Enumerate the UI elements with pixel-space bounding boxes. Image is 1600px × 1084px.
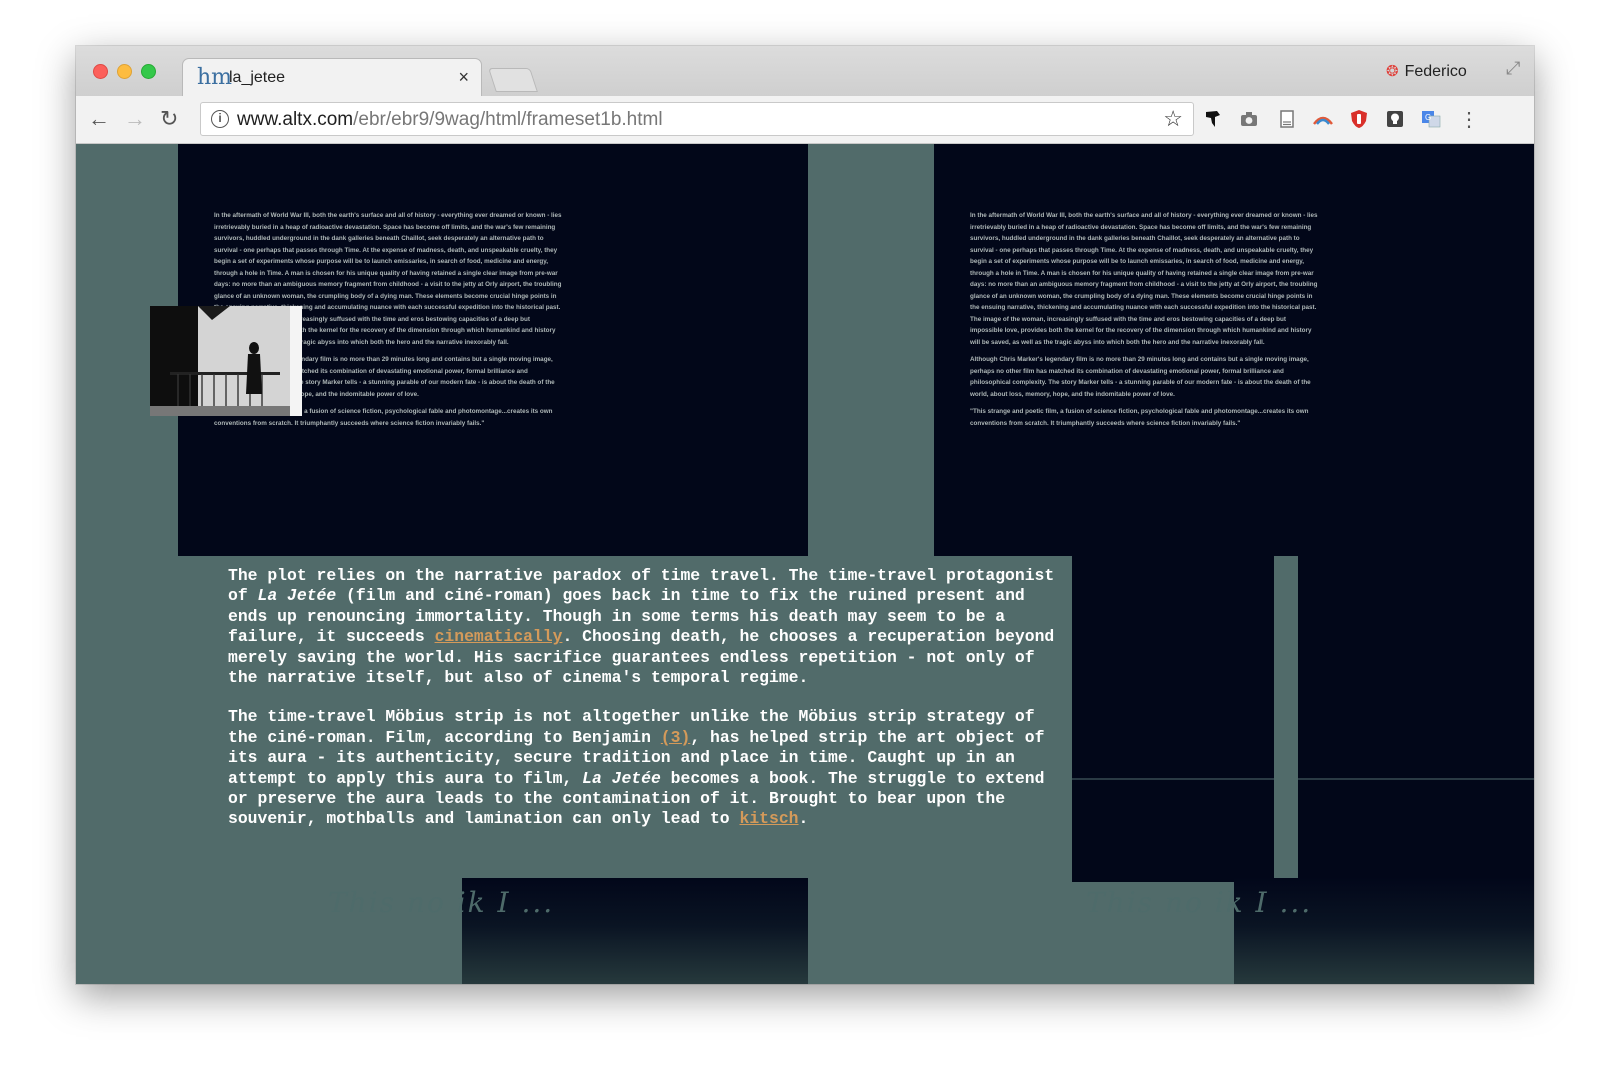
- address-bar[interactable]: i www.altx.com/ebr/ebr9/9wag/html/frames…: [200, 102, 1194, 136]
- footnote-3-link[interactable]: (3): [661, 728, 691, 747]
- browser-toolbar: ← → ↻ i www.altx.com/ebr/ebr9/9wag/html/…: [76, 96, 1534, 144]
- minimize-window-button[interactable]: [117, 64, 132, 79]
- url-path: /ebr/ebr9/9wag/html/frameset1b.html: [353, 109, 663, 130]
- bird-extension-icon[interactable]: [1202, 109, 1224, 131]
- scanned-page-text-right: In the aftermath of World War III, both …: [970, 210, 1320, 435]
- tab-favicon-icon: hm: [197, 65, 233, 90]
- lightbulb-icon[interactable]: [1384, 109, 1406, 131]
- star-icon[interactable]: ☆: [1163, 106, 1183, 132]
- document-icon[interactable]: [1276, 109, 1298, 131]
- handwriting-text-right: This no ik I ...: [1086, 886, 1313, 919]
- panel-divider: [1274, 556, 1298, 882]
- cinematically-link[interactable]: cinematically: [435, 627, 563, 646]
- kitsch-link[interactable]: kitsch: [739, 809, 798, 828]
- essay-text: The plot relies on the narrative paradox…: [228, 566, 1068, 849]
- fullscreen-icon[interactable]: ⤢: [1506, 58, 1520, 79]
- close-window-button[interactable]: [93, 64, 108, 79]
- scanned-page-right: In the aftermath of World War III, both …: [934, 144, 1534, 556]
- more-menu-icon[interactable]: ⋮: [1458, 109, 1480, 131]
- paragraph-1: The plot relies on the narrative paradox…: [228, 566, 1055, 688]
- film-title: La Jetée: [257, 586, 337, 606]
- scanned-paragraph: Although Chris Marker's legendary film i…: [970, 356, 1311, 398]
- forward-arrow-icon[interactable]: →: [124, 105, 146, 133]
- page-viewport: In the aftermath of World War III, both …: [76, 144, 1534, 984]
- back-arrow-icon[interactable]: ←: [88, 105, 110, 133]
- info-icon[interactable]: i: [211, 110, 229, 128]
- reload-icon[interactable]: ↻: [160, 105, 178, 133]
- film-still-image: [150, 306, 302, 416]
- tab-title: la_jetee: [229, 69, 286, 86]
- paragraph-2: The time-travel Möbius strip is not alto…: [228, 707, 1045, 829]
- new-tab-button[interactable]: [488, 68, 538, 92]
- dark-film-panel: [1072, 556, 1274, 882]
- url-text[interactable]: www.altx.com/ebr/ebr9/9wag/html/frameset…: [237, 109, 663, 131]
- camera-icon[interactable]: [1238, 109, 1260, 131]
- profile-icon: ❂: [1386, 63, 1399, 80]
- url-host: www.altx.com: [237, 109, 354, 130]
- browser-window: hm la_jetee × ❂ Federico ⤢ ← → ↻ i www.al…: [76, 46, 1534, 984]
- rainbow-extension-icon[interactable]: [1312, 109, 1334, 131]
- shield-icon[interactable]: [1348, 109, 1370, 131]
- film-panel-line: [1298, 778, 1534, 780]
- profile-name: Federico: [1404, 63, 1467, 80]
- scanned-paragraph: "This strange and poetic film, a fusion …: [970, 408, 1309, 427]
- profile-button[interactable]: ❂ Federico: [1386, 62, 1467, 81]
- tab-la-jetee[interactable]: hm la_jetee ×: [182, 58, 482, 96]
- translate-icon[interactable]: G: [1420, 109, 1442, 131]
- dark-film-panel: [1298, 556, 1534, 882]
- svg-text:G: G: [1425, 113, 1431, 122]
- zoom-window-button[interactable]: [141, 64, 156, 79]
- film-panel-line: [1072, 778, 1274, 780]
- handwriting-text-left: This no ik I ...: [328, 886, 555, 919]
- scanned-paragraph: In the aftermath of World War III, both …: [970, 212, 1318, 346]
- tab-close-icon[interactable]: ×: [458, 67, 469, 88]
- title-bar: hm la_jetee × ❂ Federico ⤢: [76, 46, 1534, 96]
- film-title: La Jetée: [582, 768, 661, 788]
